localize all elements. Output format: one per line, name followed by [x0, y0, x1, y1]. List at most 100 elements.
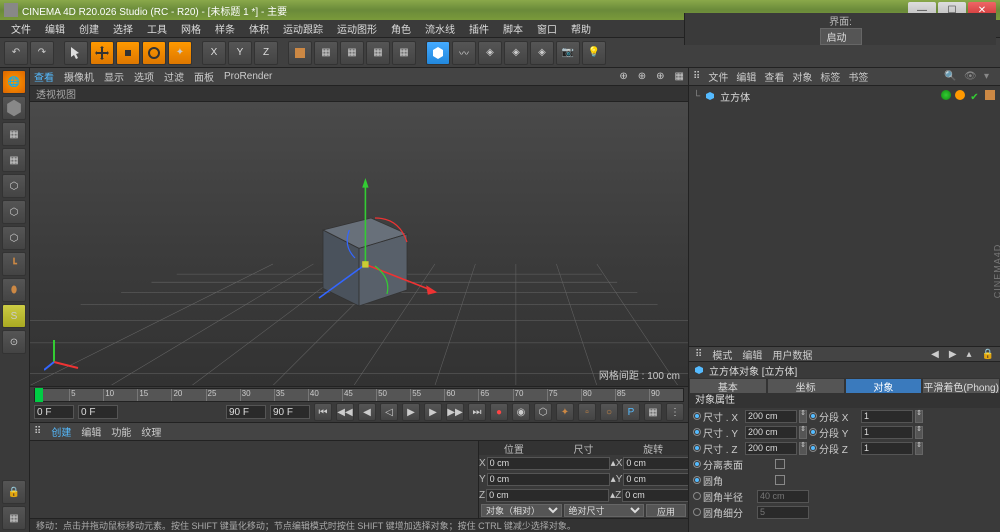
om-tab-view[interactable]: 查看 [764, 69, 784, 84]
search-icon[interactable]: 🔍 [944, 71, 956, 83]
om-tab-edit[interactable]: 编辑 [736, 69, 756, 84]
menu-character[interactable]: 角色 [384, 21, 418, 36]
tweak-button[interactable]: ⬮ [2, 278, 26, 302]
point-mode-button[interactable]: ⬡ [2, 174, 26, 198]
add-camera-button[interactable]: 📷 [556, 41, 580, 65]
vtab-prorender[interactable]: ProRender [224, 71, 272, 82]
key-scale-button[interactable]: ▫ [578, 403, 596, 421]
spinner[interactable]: ⇕ [799, 442, 807, 455]
menu-mograph[interactable]: 运动图形 [330, 21, 384, 36]
grid-toggle-button[interactable]: ▦ [2, 506, 26, 530]
om-tab-file[interactable]: 文件 [708, 69, 728, 84]
nav-back-icon[interactable]: ◀ [931, 349, 939, 360]
key-options-button[interactable]: ⋮ [666, 403, 684, 421]
lastused-tool[interactable]: ✦ [168, 41, 192, 65]
size-input[interactable] [745, 442, 797, 455]
viewport-nav-icon[interactable]: ▦ [675, 71, 684, 82]
frame-max-input[interactable] [270, 405, 310, 419]
menu-pipeline[interactable]: 流水线 [418, 21, 462, 36]
viewport-3d[interactable]: 网格间距 : 100 cm [30, 102, 688, 386]
menu-mesh[interactable]: 网格 [174, 21, 208, 36]
axis-y-button[interactable]: Y [228, 41, 252, 65]
size-input[interactable] [745, 410, 797, 423]
render-view-button[interactable]: ▦ [314, 41, 338, 65]
om-tab-objects[interactable]: 对象 [792, 69, 812, 84]
move-tool[interactable] [90, 41, 114, 65]
mat-tab-create[interactable]: 创建 [51, 424, 71, 439]
playhead[interactable] [35, 388, 43, 402]
object-manager-tree[interactable]: └ 立方体 ✔ [689, 86, 1000, 346]
snap-button[interactable]: S [2, 304, 26, 328]
coord-pos-input[interactable] [487, 457, 610, 470]
add-spline-button[interactable]: 〰 [452, 41, 476, 65]
prev-frame-button[interactable]: ◀ [358, 403, 376, 421]
om-tab-tags[interactable]: 标签 [820, 69, 840, 84]
goto-start-button[interactable]: ⏮ [314, 403, 332, 421]
frame-current-input[interactable] [78, 405, 118, 419]
checkbox[interactable] [775, 475, 785, 485]
axis-mode-button[interactable]: ┗ [2, 252, 26, 276]
edge-mode-button[interactable]: ⬡ [2, 200, 26, 224]
menu-spline[interactable]: 样条 [208, 21, 242, 36]
select-tool[interactable] [64, 41, 88, 65]
size-input[interactable] [745, 426, 797, 439]
add-light-button[interactable]: 💡 [582, 41, 606, 65]
undo-button[interactable]: ↶ [4, 41, 28, 65]
polygon-mode-button[interactable]: ⬡ [2, 226, 26, 250]
texture-mode-button[interactable]: ▦ [2, 122, 26, 146]
menu-script[interactable]: 脚本 [496, 21, 530, 36]
frame-end-input[interactable] [226, 405, 266, 419]
menu-window[interactable]: 窗口 [530, 21, 564, 36]
menu-volume[interactable]: 体积 [242, 21, 276, 36]
am-tab-edit[interactable]: 编辑 [742, 347, 762, 362]
spinner[interactable]: ⇕ [799, 426, 807, 439]
rotate-tool[interactable] [142, 41, 166, 65]
play-back-button[interactable]: ◁ [380, 403, 398, 421]
atab-phong[interactable]: 平滑着色(Phong) [922, 378, 1000, 394]
render-region-button[interactable]: ▦ [340, 41, 364, 65]
mat-tab-texture[interactable]: 纹理 [141, 424, 161, 439]
lock-icon[interactable]: 🔒 [982, 349, 994, 360]
atab-basic[interactable]: 基本 [689, 378, 767, 394]
atab-coord[interactable]: 坐标 [767, 378, 845, 394]
make-editable-button[interactable]: 🌐 [2, 70, 26, 94]
key-pla-button[interactable]: ▦ [644, 403, 662, 421]
key-pos-button[interactable]: ✦ [556, 403, 574, 421]
menu-file[interactable]: 文件 [4, 21, 38, 36]
next-key-button[interactable]: ▶▶ [446, 403, 464, 421]
visibility-dot[interactable] [941, 90, 951, 100]
viewport-nav-icon[interactable]: ⊕ [656, 71, 664, 82]
render-settings-button[interactable]: ▦ [392, 41, 416, 65]
menu-plugins[interactable]: 插件 [462, 21, 496, 36]
add-cube-button[interactable] [426, 41, 450, 65]
viewport-nav-icon[interactable]: ⊕ [619, 71, 627, 82]
menu-tools[interactable]: 工具 [140, 21, 174, 36]
segment-input[interactable] [861, 426, 913, 439]
workplane-button[interactable]: ▦ [2, 148, 26, 172]
add-environment-button[interactable]: ◈ [530, 41, 554, 65]
add-generator-button[interactable]: ◈ [478, 41, 502, 65]
om-tab-bookmarks[interactable]: 书签 [848, 69, 868, 84]
filter-icon[interactable]: ▾ [984, 71, 996, 83]
menu-motion-tracker[interactable]: 运动跟踪 [276, 21, 330, 36]
scale-tool[interactable] [116, 41, 140, 65]
am-tab-userdata[interactable]: 用户数据 [772, 347, 812, 362]
menu-create[interactable]: 创建 [72, 21, 106, 36]
vtab-filter[interactable]: 过滤 [164, 69, 184, 84]
coord-apply-button[interactable]: 应用 [646, 504, 686, 517]
render-pv-button[interactable]: ▦ [366, 41, 390, 65]
goto-end-button[interactable]: ⏭ [468, 403, 486, 421]
vtab-cameras[interactable]: 摄像机 [64, 69, 94, 84]
mat-tab-function[interactable]: 功能 [111, 424, 131, 439]
key-param-button[interactable]: P [622, 403, 640, 421]
coord-mode-select[interactable]: 对象（相对） [481, 504, 562, 517]
eye-icon[interactable]: 👁 [964, 71, 976, 83]
checkbox[interactable] [775, 459, 785, 469]
record-button[interactable]: ● [490, 403, 508, 421]
spinner[interactable]: ⇕ [915, 426, 923, 439]
coord-pos-input[interactable] [487, 473, 610, 486]
coord-pos-input[interactable] [486, 489, 609, 502]
segment-input[interactable] [861, 410, 913, 423]
nav-fwd-icon[interactable]: ▶ [949, 349, 957, 360]
mat-tab-edit[interactable]: 编辑 [81, 424, 101, 439]
